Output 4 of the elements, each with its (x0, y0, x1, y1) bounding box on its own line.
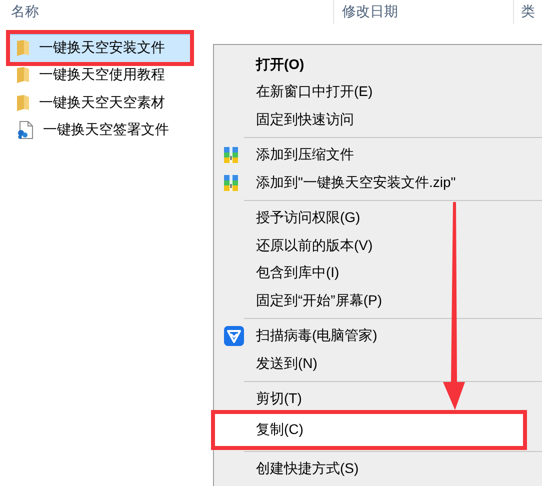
file-name: 一键换天空天空素材 (39, 94, 165, 112)
file-name: 一键换天空签署文件 (43, 121, 169, 140)
file-name: 一键换天空安装文件 (39, 39, 165, 58)
file-name: 一键换天空使用教程 (39, 66, 165, 84)
